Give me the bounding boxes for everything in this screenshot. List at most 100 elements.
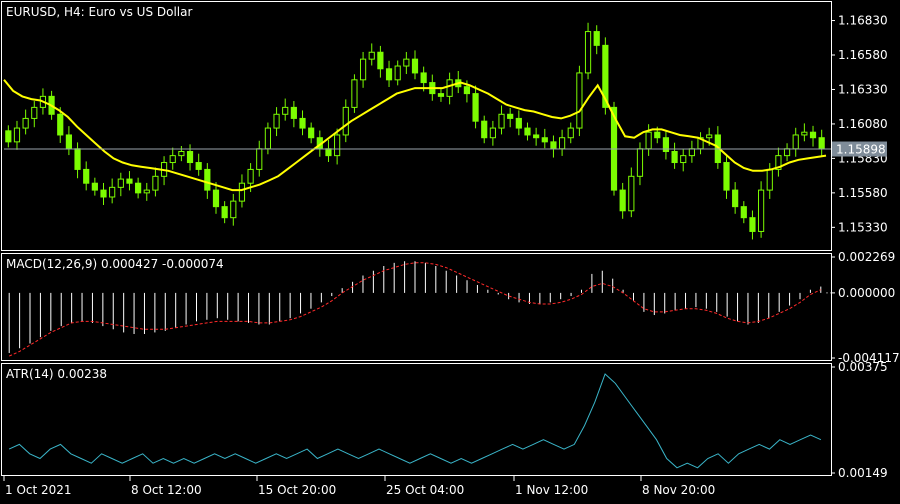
candle-body [299,117,306,129]
candle-body [247,168,254,184]
candle-body [273,113,280,129]
candle-body [489,127,496,139]
candle-body [411,58,419,74]
current-price-tag: 1.15898 [836,143,886,157]
candle-body [437,93,445,97]
candle-body [368,51,375,60]
candle-body [325,148,332,157]
candle-body [680,155,687,164]
time-axis-label: 25 Oct 04:00 [386,483,464,497]
time-axis-label: 1 Nov 12:00 [515,483,588,497]
candle-body [619,189,626,212]
candle-body [507,113,514,119]
candle-body [385,68,393,81]
candle-body [126,178,133,184]
candle-body [135,182,142,194]
candle-body [636,148,644,177]
candle-body [576,72,583,129]
candle-body [256,148,263,170]
candle-body [5,130,12,143]
candle-body [186,151,194,164]
candle-body [801,131,808,136]
candle-body [91,182,98,191]
candle-body [463,86,471,95]
candle-body [169,155,176,164]
chart-canvas[interactable]: 1.168301.165801.163301.160801.158301.155… [0,0,900,500]
candle-body [403,58,410,67]
candle-body [342,106,349,136]
candle-body [758,189,765,232]
candle-body [117,178,124,188]
candle-body [282,106,289,115]
candle-body [100,189,107,198]
candle-body [481,120,488,139]
candle-body [706,134,713,139]
candle-body [351,79,358,108]
macd-axis-tick-label: 0.000000 [838,286,895,300]
candle-body [688,148,695,157]
candle-body [264,127,272,150]
candle-body [22,117,29,129]
candle-body [212,189,220,208]
candle-body [109,186,116,198]
atr-panel-title: ATR(14) 0.00238 [6,367,107,381]
candle-body [57,113,64,136]
macd-panel-title: MACD(12,26,9) 0.000427 -0.000074 [6,257,224,271]
candle-body [290,106,297,119]
candle-body [723,162,730,191]
candle-body [143,189,150,194]
price-axis-tick-label: 1.16830 [838,14,888,28]
time-axis-label: 1 Oct 2021 [5,483,72,497]
candle-body [593,31,600,46]
candle-body [541,137,548,143]
atr-axis-tick-label: 0.00375 [838,360,888,374]
candle-body [809,131,817,139]
time-axis-label: 8 Nov 20:00 [642,483,715,497]
candle-body [783,148,791,157]
price-axis-tick-label: 1.16330 [838,82,888,96]
candle-body [533,134,540,139]
candle-body [178,151,185,157]
time-axis-label: 15 Oct 20:00 [258,483,336,497]
candle-body [221,206,228,219]
candle-body [359,58,367,81]
atr-axis-tick-label: 0.00149 [838,466,888,480]
candle-body [238,182,246,202]
candle-body [818,137,825,150]
candle-body [498,113,505,129]
price-axis-tick-label: 1.15330 [838,220,888,234]
trading-chart[interactable]: 1.16830 1.16580 1.16330 1.16080 1.15830 1.155… [0,0,900,500]
time-axis-label: 8 Oct 12:00 [131,483,202,497]
candle-body [628,175,635,212]
candle-body [645,131,652,150]
candle-body [195,162,202,170]
candle-body [204,168,211,191]
price-axis-tick-label: 1.16080 [838,117,888,131]
candle-body [558,137,566,150]
candle-body [308,127,315,139]
candle-body [524,127,531,136]
candle-body [732,189,739,208]
candle-body [377,51,384,70]
candle-body [792,134,799,150]
candle-body [472,93,479,122]
candle-body [749,217,756,232]
candle-body [394,65,401,81]
macd-axis-tick-label: 0.002269 [838,250,895,264]
candle-body [334,134,341,157]
candle-body [567,127,574,139]
candle-body [671,151,678,164]
candle-body [740,206,747,219]
candle-body [83,168,90,184]
candle-body [654,131,661,139]
candle-body [766,168,773,191]
candle-body [74,148,81,170]
candle-body [13,127,21,143]
candle-body [446,79,453,97]
candle-body [152,175,159,191]
price-axis-tick-label: 1.15580 [838,186,888,200]
candle-body [550,141,557,150]
candle-body [420,72,427,84]
candle-body [31,106,38,119]
main-panel-title: EURUSD, H4: Euro vs US Dollar [6,5,192,19]
